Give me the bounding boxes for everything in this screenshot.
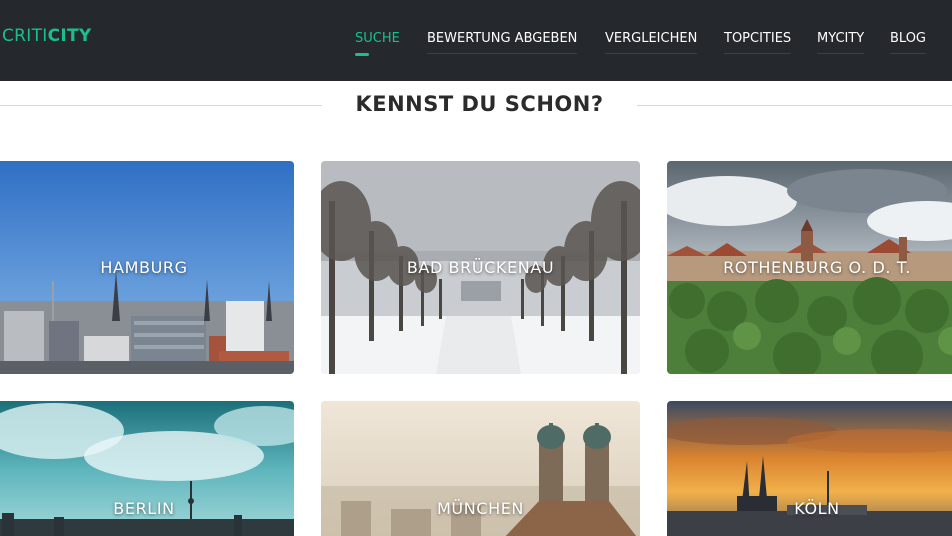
nav-item-divider <box>724 53 792 54</box>
nav-item-divider <box>890 53 927 54</box>
nav-item-mycity[interactable]: MYCITY <box>817 31 865 57</box>
city-card-label: BERLIN <box>113 499 175 518</box>
city-card-rothenburg[interactable]: ROTHENBURG O. D. T. <box>667 161 952 374</box>
city-card-bad-brueckenau[interactable]: BAD BRÜCKENAU <box>321 161 640 374</box>
nav-item-label: TOPCITIES <box>724 31 792 46</box>
section-title: KENNST DU SCHON? <box>355 92 604 116</box>
nav-item-vergleichen[interactable]: VERGLEICHEN <box>605 31 698 57</box>
nav-item-divider <box>427 53 578 54</box>
main-nav: SUCHE BEWERTUNG ABGEBEN VERGLEICHEN TOPC… <box>0 31 952 61</box>
top-navigation-bar: CRITICITY SUCHE BEWERTUNG ABGEBEN VERGLE… <box>0 0 952 81</box>
nav-item-label: SUCHE <box>355 31 400 46</box>
nav-item-divider <box>817 53 865 54</box>
nav-item-bewertung-abgeben[interactable]: BEWERTUNG ABGEBEN <box>427 31 578 57</box>
city-card-label: HAMBURG <box>100 258 188 277</box>
city-card-label: KÖLN <box>794 499 840 518</box>
nav-item-divider <box>605 53 698 54</box>
nav-item-label: VERGLEICHEN <box>605 31 698 46</box>
nav-item-topcities[interactable]: TOPCITIES <box>724 31 792 57</box>
nav-item-label: BEWERTUNG ABGEBEN <box>427 31 578 46</box>
city-card-label: BAD BRÜCKENAU <box>406 258 555 277</box>
section-divider-left <box>0 105 322 106</box>
nav-item-blog[interactable]: BLOG <box>890 31 927 57</box>
section-divider-right <box>637 105 952 106</box>
city-card-label: ROTHENBURG O. D. T. <box>723 258 911 277</box>
nav-active-indicator <box>355 53 369 56</box>
city-card-berlin[interactable]: BERLIN <box>0 401 294 536</box>
nav-item-label: BLOG <box>890 31 927 46</box>
section-header: KENNST DU SCHON? <box>0 86 952 126</box>
nav-item-label: MYCITY <box>817 31 865 46</box>
city-card-label: MÜNCHEN <box>437 499 524 518</box>
city-card-hamburg[interactable]: HAMBURG <box>0 161 294 374</box>
city-card-muenchen[interactable]: MÜNCHEN <box>321 401 640 536</box>
nav-item-suche[interactable]: SUCHE <box>355 31 400 57</box>
city-card-koeln[interactable]: KÖLN <box>667 401 952 536</box>
